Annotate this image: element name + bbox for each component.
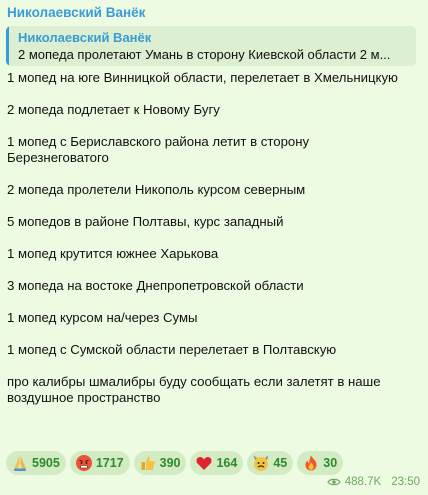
message-paragraph: 1 мопед с Бериславского района летит в с…	[7, 134, 310, 165]
thumbs-up-icon	[141, 456, 155, 470]
reply-text: 2 мопеда пролетают Умань в сторону Киевс…	[18, 47, 391, 62]
fire-icon	[305, 455, 317, 471]
reaction-count: 1717	[95, 456, 124, 470]
message-time: 23:50	[391, 476, 420, 488]
message-bubble: Николаевский Ванёк Николаевский Ванёк 2 …	[0, 0, 428, 495]
reaction-count: 45	[273, 456, 288, 470]
reactions-bar: 5905 1717 390 164 45 30	[6, 451, 344, 475]
reaction-count: 164	[216, 456, 238, 470]
reply-sender-name: Николаевский Ванёк	[18, 30, 152, 45]
reaction-count: 5905	[32, 456, 60, 470]
angry-face-icon	[75, 455, 92, 471]
reaction-cursing-face[interactable]: 45	[247, 451, 294, 475]
message-paragraph: 1 мопед курсом на/через Сумы	[7, 310, 198, 325]
reaction-praying-hands[interactable]: 5905	[6, 451, 66, 475]
message-paragraph: 1 мопед крутится южнее Харькова	[7, 246, 219, 261]
reaction-count: 30	[323, 456, 338, 470]
message-paragraph: 1 мопед с Сумской области перелетает в П…	[7, 342, 337, 357]
message-text: 1 мопед на юге Винницкой области, переле…	[7, 70, 421, 406]
reaction-red-heart[interactable]: 164	[190, 451, 244, 475]
praying-hands-icon	[14, 456, 26, 471]
message-paragraph: про калибры шмалибры буду сообщать если …	[7, 374, 381, 405]
view-count: 488.7K	[344, 476, 382, 488]
message-meta: 488.7K 23:50	[327, 476, 420, 488]
reaction-fire[interactable]: 30	[297, 451, 344, 475]
message-paragraph: 5 мопедов в районе Полтавы, курс западны…	[7, 214, 284, 229]
message-paragraph: 2 мопеда подлетает к Новому Бугу	[7, 102, 220, 117]
eye-icon	[327, 478, 341, 486]
reaction-thumbs-up[interactable]: 390	[133, 451, 187, 475]
sender-name[interactable]: Николаевский Ванёк	[7, 5, 145, 20]
reply-accent-bar	[6, 26, 9, 66]
red-heart-icon	[196, 457, 213, 470]
message-paragraph: 3 мопеда на востоке Днепропетровской обл…	[7, 278, 304, 293]
reaction-count: 390	[159, 456, 181, 470]
reaction-angry-face[interactable]: 1717	[69, 451, 130, 475]
cursing-face-icon	[253, 455, 269, 471]
message-paragraph: 2 мопеда пролетели Никополь курсом север…	[7, 182, 306, 197]
reply-preview[interactable]: Николаевский Ванёк 2 мопеда пролетают Ум…	[6, 26, 416, 66]
message-paragraph: 1 мопед на юге Винницкой области, переле…	[7, 70, 398, 85]
